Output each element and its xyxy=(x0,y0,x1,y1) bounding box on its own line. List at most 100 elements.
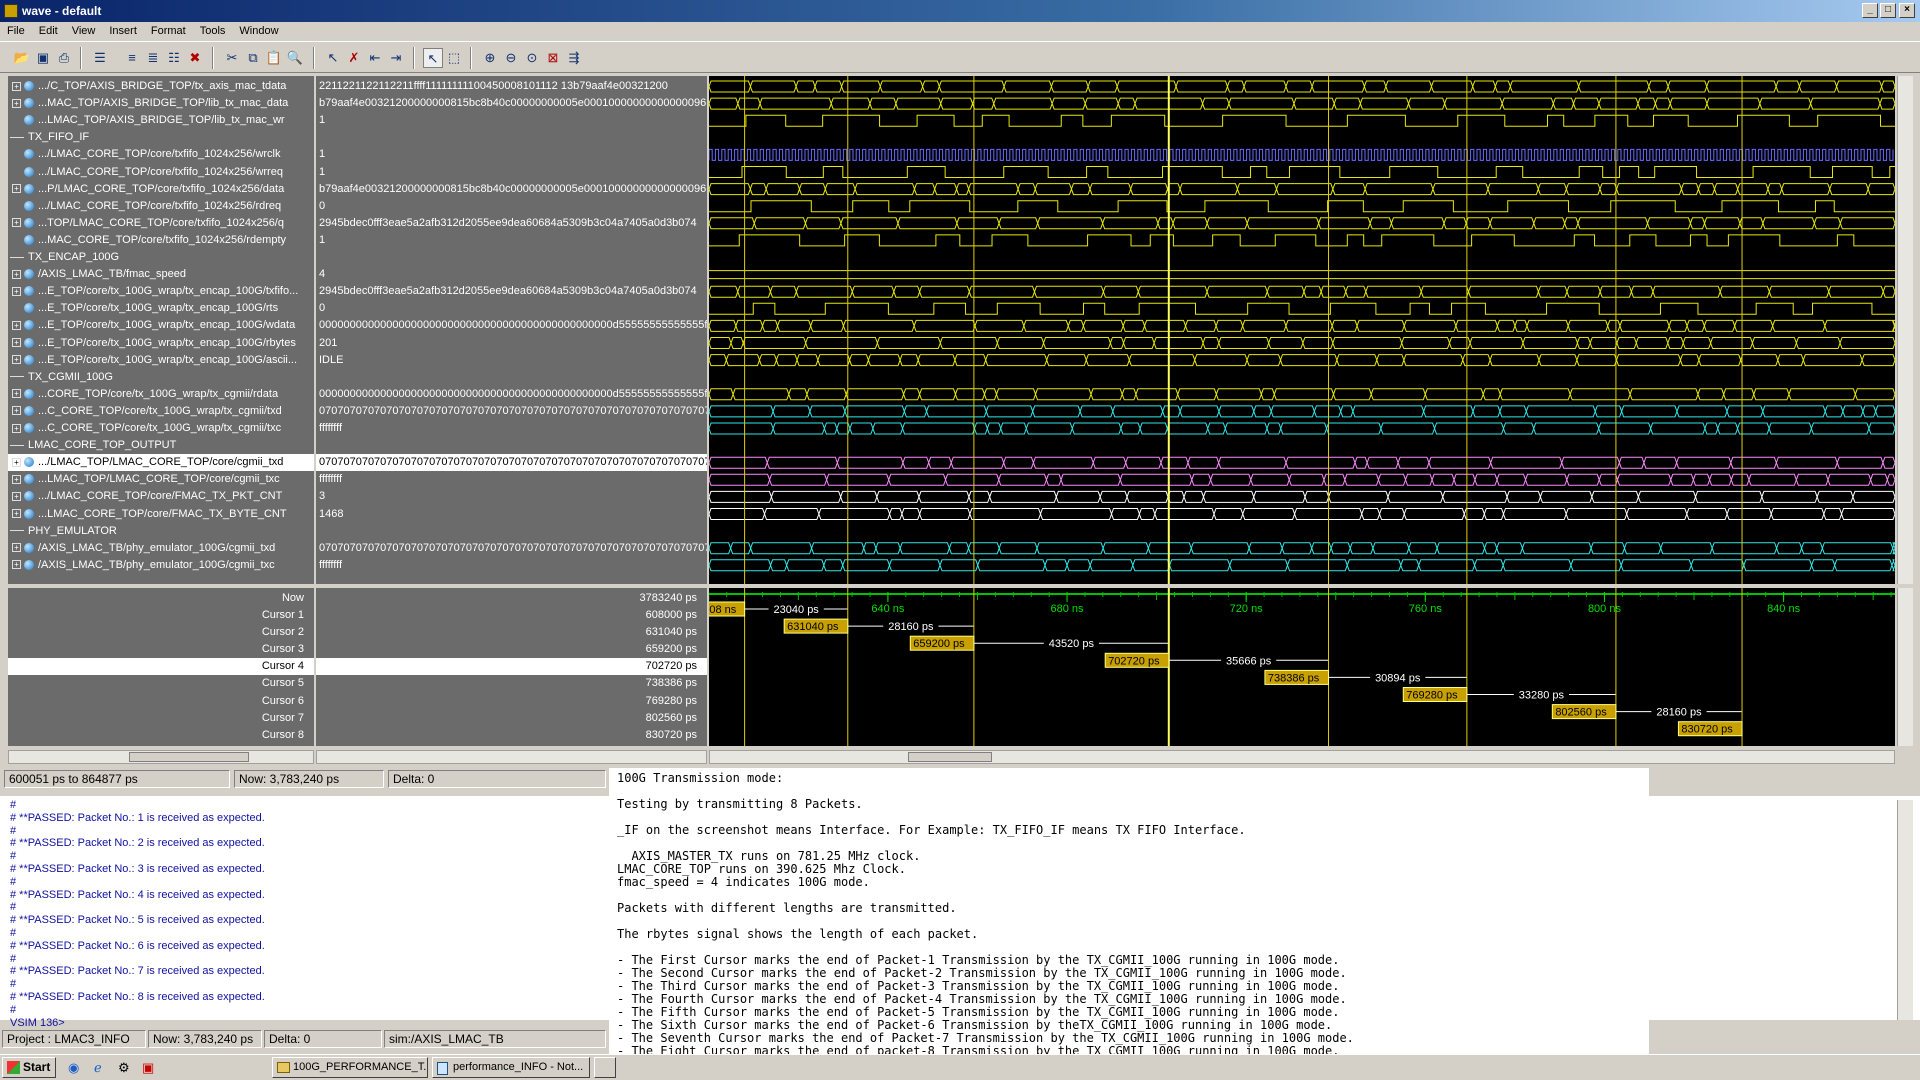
signal-row[interactable]: + ...C_CORE_TOP/core/tx_100G_wrap/tx_cgmi… xyxy=(8,420,314,437)
cursor-label[interactable]: Cursor 1 xyxy=(8,607,314,624)
menu-view[interactable]: View xyxy=(65,22,103,40)
quicklaunch-icon-3[interactable]: ⚙ xyxy=(118,1060,130,1076)
cursor-label[interactable]: Cursor 2 xyxy=(8,624,314,641)
menu-window[interactable]: Window xyxy=(232,22,285,40)
signal-row[interactable]: + /AXIS_LMAC_TB/fmac_speed xyxy=(8,266,314,283)
delete-cursor-icon[interactable]: ✗ xyxy=(344,48,364,68)
find-icon[interactable]: 🔍 xyxy=(285,48,305,68)
expand-icon[interactable]: + xyxy=(12,474,21,484)
zoom-in-icon[interactable]: ⊕ xyxy=(480,48,500,68)
zoom-cursor-icon[interactable]: ⊠ xyxy=(543,48,563,68)
transcript-scrollbar[interactable] xyxy=(1897,800,1913,1020)
signal-row[interactable]: + /AXIS_LMAC_TB/phy_emulator_100G/cgmii_t… xyxy=(8,540,314,557)
expand-icon[interactable]: + xyxy=(12,491,21,501)
pointer-icon[interactable]: ↖ xyxy=(423,48,443,68)
align2-icon[interactable]: ≣ xyxy=(143,48,163,68)
align3-icon[interactable]: ☷ xyxy=(164,48,184,68)
expand-icon[interactable]: + xyxy=(12,389,21,399)
signal-row[interactable]: .../LMAC_CORE_TOP/core/txfifo_1024x256/r… xyxy=(8,198,314,215)
signal-row[interactable]: + ...E_TOP/core/tx_100G_wrap/tx_encap_100… xyxy=(8,335,314,352)
signal-row[interactable]: + ...LMAC_TOP/LMAC_CORE_TOP/core/cgmii_tx… xyxy=(8,471,314,488)
quicklaunch-icon-4[interactable]: ▣ xyxy=(142,1060,154,1076)
signal-row[interactable]: ...MAC_CORE_TOP/core/txfifo_1024x256/rde… xyxy=(8,232,314,249)
expand-icon[interactable]: + xyxy=(12,355,21,365)
expand-icon[interactable]: + xyxy=(12,218,21,228)
menu-file[interactable]: File xyxy=(0,22,32,40)
notepad-text[interactable]: 100G Transmission mode: Testing by trans… xyxy=(609,768,1649,1080)
menu-edit[interactable]: Edit xyxy=(32,22,65,40)
expand-icon[interactable]: + xyxy=(12,457,21,467)
cursor-timeline-pane[interactable]: 640 ns 680 ns 720 ns 760 ns 800 ns 840 ns 608 … xyxy=(699,588,1895,746)
cursor-label[interactable]: Cursor 8 xyxy=(8,727,314,744)
expand-icon[interactable]: + xyxy=(12,560,21,570)
cursor-label[interactable]: Cursor 3 xyxy=(8,641,314,658)
cursor-timeline-canvas[interactable]: 640 ns 680 ns 720 ns 760 ns 800 ns 840 ns 608 … xyxy=(699,588,1895,746)
signal-row[interactable]: + .../LMAC_TOP/LMAC_CORE_TOP/core/cgmii_t… xyxy=(8,454,314,472)
waveform-pane[interactable] xyxy=(709,76,1895,584)
signal-row[interactable]: + ...MAC_TOP/AXIS_BRIDGE_TOP/lib_tx_mac_d… xyxy=(8,95,314,112)
expand-icon[interactable]: + xyxy=(12,81,21,91)
signal-row[interactable]: ...LMAC_TOP/AXIS_BRIDGE_TOP/lib_tx_mac_w… xyxy=(8,112,314,129)
signal-row[interactable]: + /AXIS_LMAC_TB/phy_emulator_100G/cgmii_t… xyxy=(8,557,314,574)
next-edge-icon[interactable]: ⇥ xyxy=(386,48,406,68)
quicklaunch-icon-2[interactable]: ℯ xyxy=(94,1060,102,1076)
task-performance-folder[interactable]: 100G_PERFORMANCE_T... xyxy=(272,1057,428,1078)
signal-row[interactable]: + ...P/LMAC_CORE_TOP/core/txfifo_1024x256… xyxy=(8,181,314,198)
signal-row[interactable]: + ...TOP/LMAC_CORE_TOP/core/txfifo_1024x2… xyxy=(8,215,314,232)
paste-icon[interactable]: 📋 xyxy=(264,48,284,68)
expand-icon[interactable]: + xyxy=(12,286,21,296)
signal-row[interactable]: + .../C_TOP/AXIS_BRIDGE_TOP/tx_axis_mac_t… xyxy=(8,78,314,95)
insert-divider-icon[interactable]: ☰ xyxy=(90,48,110,68)
expand-icon[interactable]: + xyxy=(12,423,21,433)
expand-icon[interactable]: + xyxy=(12,338,21,348)
group-divider[interactable]: TX_FIFO_IF xyxy=(8,129,314,146)
save-icon[interactable]: ▣ xyxy=(33,48,53,68)
signal-row[interactable]: + ...E_TOP/core/tx_100G_wrap/tx_encap_100… xyxy=(8,283,314,300)
delete-icon[interactable]: ✖ xyxy=(185,48,205,68)
close-button[interactable]: × xyxy=(1899,3,1915,18)
minimize-button[interactable]: _ xyxy=(1862,3,1878,18)
wave-hscroll[interactable] xyxy=(709,750,1895,764)
zoom-last-icon[interactable]: ⇶ xyxy=(564,48,584,68)
expand-icon[interactable]: + xyxy=(12,509,21,519)
signal-row[interactable]: .../LMAC_CORE_TOP/core/txfifo_1024x256/w… xyxy=(8,164,314,181)
signal-row[interactable]: + ...E_TOP/core/tx_100G_wrap/tx_encap_100… xyxy=(8,352,314,369)
menu-format[interactable]: Format xyxy=(144,22,193,40)
expand-icon[interactable]: + xyxy=(12,269,21,279)
start-button[interactable]: Start xyxy=(2,1057,56,1078)
task-more[interactable] xyxy=(594,1057,616,1078)
menu-tools[interactable]: Tools xyxy=(193,22,233,40)
values-hscroll[interactable] xyxy=(316,750,707,764)
expand-icon[interactable]: + xyxy=(12,98,21,108)
names-hscroll[interactable] xyxy=(8,750,314,764)
select-icon[interactable]: ↖ xyxy=(323,48,343,68)
signal-row[interactable]: + ...C_CORE_TOP/core/tx_100G_wrap/tx_cgmi… xyxy=(8,403,314,420)
open-icon[interactable]: 📂 xyxy=(12,48,32,68)
prev-edge-icon[interactable]: ⇤ xyxy=(365,48,385,68)
cursor-label[interactable]: Cursor 5 xyxy=(8,675,314,692)
zoom-out-icon[interactable]: ⊖ xyxy=(501,48,521,68)
signal-row[interactable]: + ...CORE_TOP/core/tx_100G_wrap/tx_cgmii/… xyxy=(8,386,314,403)
copy-icon[interactable]: ⧉ xyxy=(243,48,263,68)
cursor-label[interactable]: Cursor 4 xyxy=(8,658,314,676)
align-icon[interactable]: ≡ xyxy=(122,48,142,68)
group-divider[interactable]: LMAC_CORE_TOP_OUTPUT xyxy=(8,437,314,454)
signal-row[interactable]: + ...E_TOP/core/tx_100G_wrap/tx_encap_100… xyxy=(8,317,314,334)
maximize-button[interactable]: □ xyxy=(1880,3,1896,18)
group-divider[interactable]: TX_ENCAP_100G xyxy=(8,249,314,266)
zoom-full-icon[interactable]: ⊙ xyxy=(522,48,542,68)
cut-icon[interactable]: ✂ xyxy=(222,48,242,68)
print-icon[interactable]: ⎙ xyxy=(54,48,74,68)
signal-row[interactable]: + .../LMAC_CORE_TOP/core/FMAC_TX_PKT_CNT xyxy=(8,488,314,505)
wave-vertical-scrollbar[interactable] xyxy=(1897,76,1913,584)
expand-icon[interactable]: + xyxy=(12,543,21,553)
signal-row[interactable]: + ...LMAC_CORE_TOP/core/FMAC_TX_BYTE_CNT xyxy=(8,506,314,523)
cursor-label[interactable]: Cursor 7 xyxy=(8,710,314,727)
waveform-canvas[interactable] xyxy=(709,76,1895,584)
expand-icon[interactable]: + xyxy=(12,184,21,194)
zoom-area-icon[interactable]: ⬚ xyxy=(444,48,464,68)
group-divider[interactable]: PHY_EMULATOR xyxy=(8,523,314,540)
expand-icon[interactable]: + xyxy=(12,320,21,330)
group-divider[interactable]: TX_CGMII_100G xyxy=(8,369,314,386)
cursor-label[interactable]: Cursor 6 xyxy=(8,693,314,710)
